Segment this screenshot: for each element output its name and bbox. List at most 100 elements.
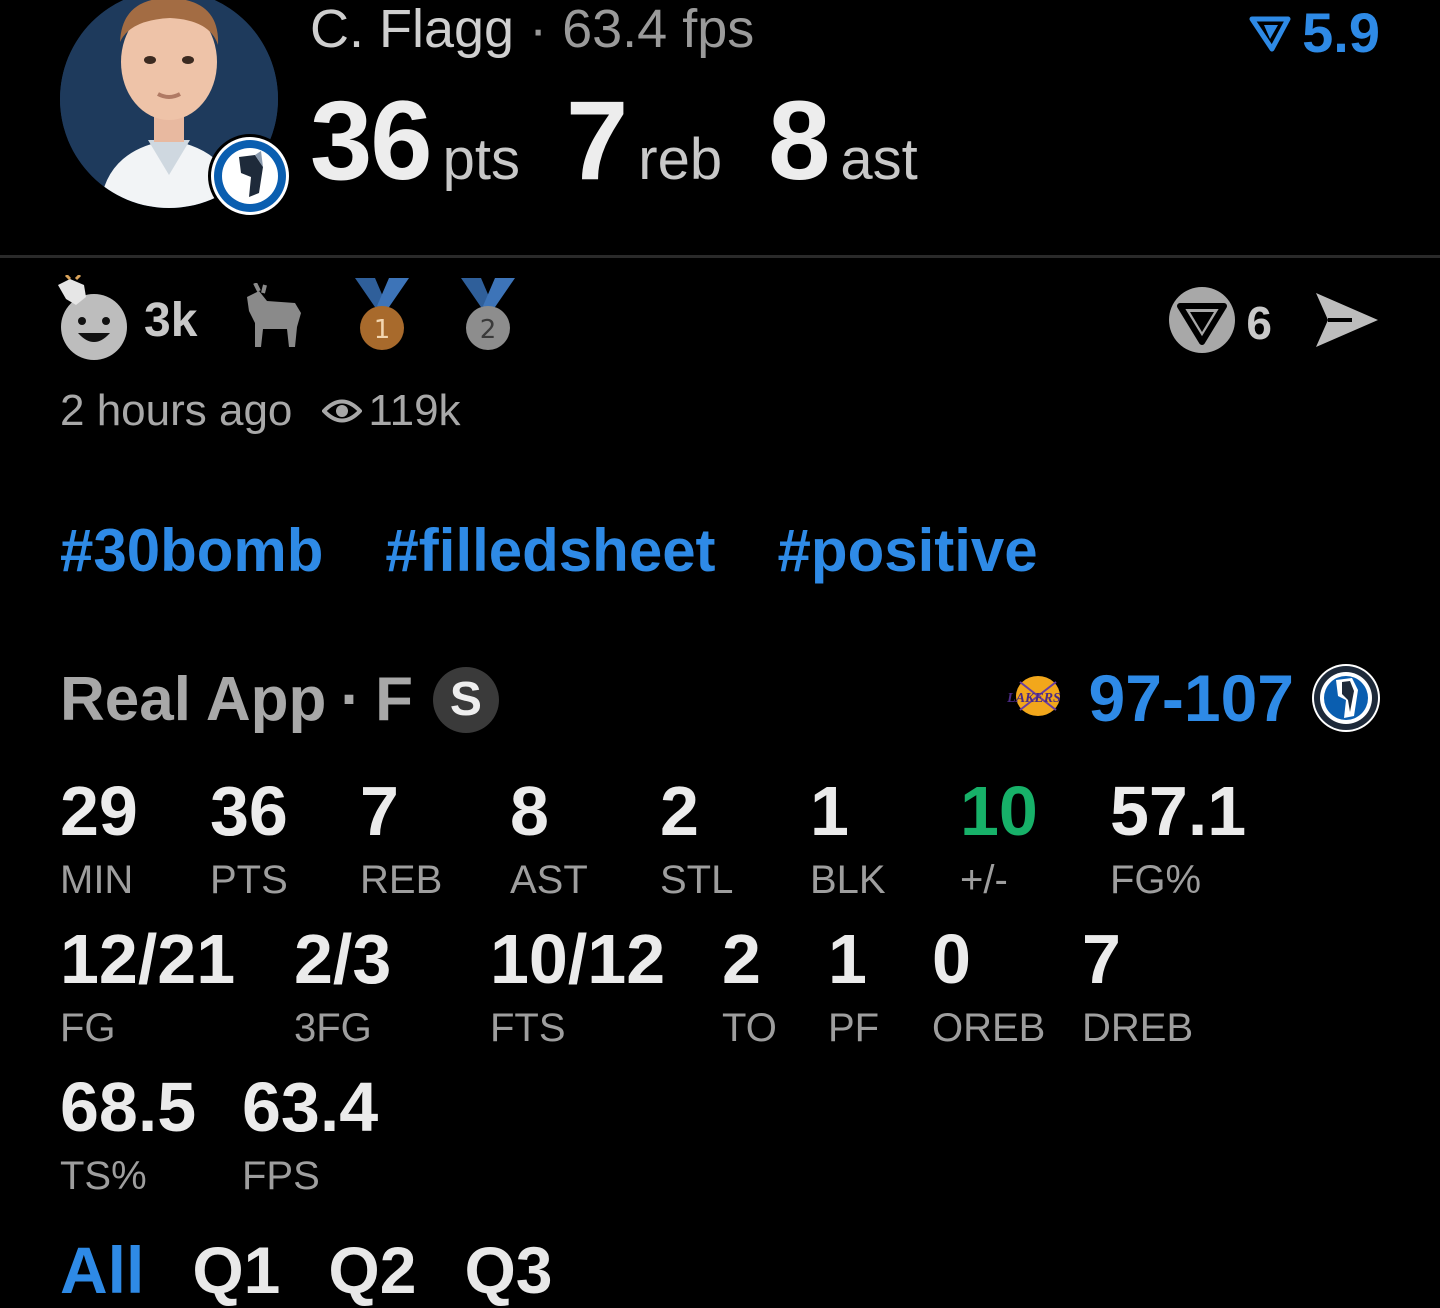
stat-to: 2 TO [722, 924, 777, 1048]
stat-label: AST [510, 858, 588, 902]
points-value: 36 [310, 78, 433, 203]
stat-plus-minus: 10 +/- [960, 776, 1038, 900]
stat-value: 10 [960, 772, 1038, 850]
vote-arrow-icon [1249, 16, 1291, 51]
stat-fts: 10/12 FTS [490, 924, 665, 1048]
stat-ts-pct: 68.5 TS% [60, 1072, 196, 1196]
stat-label: STL [660, 858, 734, 902]
stat-label: FTS [490, 1006, 566, 1050]
tab-q2[interactable]: Q2 [328, 1232, 416, 1308]
game-info: Real App · F S [60, 664, 499, 735]
hashtag[interactable]: #filledsheet [385, 516, 715, 585]
reaction-count: 3k [144, 293, 198, 347]
stat-label: MIN [60, 858, 134, 902]
stat-label: PF [828, 1006, 880, 1050]
game-score: 97-107 [1088, 661, 1294, 735]
stat-pf: 1 PF [828, 924, 879, 1048]
stat-label: BLK [810, 858, 886, 902]
silver-medal-number: 2 [480, 315, 497, 345]
fps-text: 63.4 fps [562, 0, 755, 59]
stat-value: 12/21 [60, 920, 236, 998]
post-title: C. Flagg · 63.4 fps [310, 0, 754, 60]
stat-value: 29 [60, 772, 138, 850]
stat-min: 29 MIN [60, 776, 138, 900]
stat-reb: 7 REB [360, 776, 442, 900]
stat-ast: 8 AST [510, 776, 588, 900]
stat-label: +/- [960, 858, 1008, 902]
stat-label: OREB [932, 1006, 1046, 1050]
lakers-logo-icon: LAKERS [998, 674, 1070, 723]
assists-value: 8 [768, 78, 830, 203]
view-count-value: 119k [368, 386, 461, 435]
comment-count[interactable]: 6 [1246, 296, 1272, 350]
title-separator: · [529, 0, 548, 59]
stat-stl: 2 STL [660, 776, 733, 900]
stat-oreb: 0 OREB [932, 924, 1045, 1048]
starter-badge: S [432, 666, 499, 733]
game-separator: · [340, 665, 362, 734]
stat-pts: 36 PTS [210, 776, 288, 900]
hashtag[interactable]: #positive [778, 516, 1038, 585]
vote-score-value: 5.9 [1302, 1, 1380, 64]
stat-value: 2 [660, 772, 699, 850]
reaction-row: 3k 1 2 [56, 272, 523, 368]
stat-value: 0 [932, 920, 971, 998]
stat-label: FPS [242, 1154, 320, 1198]
stat-value: 7 [1082, 920, 1121, 998]
tab-q1[interactable]: Q1 [192, 1232, 280, 1308]
silver-medal-icon[interactable]: 2 [453, 276, 523, 365]
stat-label: FG% [1110, 858, 1202, 902]
stat-fg-pct: 57.1 FG% [1110, 776, 1246, 900]
stat-line: 36 pts 7 reb 8 ast [310, 76, 918, 205]
points-unit: pts [442, 127, 520, 192]
vote-score[interactable]: 5.9 [1248, 0, 1380, 65]
rebounds-unit: reb [638, 127, 723, 192]
stat-fps: 63.4 FPS [242, 1072, 378, 1196]
stat-blk: 1 BLK [810, 776, 886, 900]
tab-q3[interactable]: Q3 [464, 1232, 552, 1308]
stat-value: 7 [360, 772, 399, 850]
mavericks-logo-icon [208, 134, 292, 218]
stat-3fg: 2/3 3FG [294, 924, 391, 1048]
bronze-medal-icon[interactable]: 1 [347, 276, 417, 365]
assists-unit: ast [840, 127, 918, 192]
player-name[interactable]: C. Flagg [310, 0, 514, 59]
stat-label: PTS [210, 858, 288, 902]
stat-value: 63.4 [242, 1068, 379, 1146]
smile-goat-icon[interactable] [56, 273, 132, 366]
post-actions: 6 [1166, 284, 1382, 361]
post-meta: 2 hours ago 119k [60, 386, 461, 436]
rebounds-value: 7 [565, 78, 628, 203]
stat-label: 3FG [294, 1006, 372, 1050]
stat-value: 1 [810, 772, 849, 850]
game-score-box[interactable]: LAKERS 97-107 [998, 660, 1380, 736]
goat-icon[interactable] [237, 281, 307, 358]
game-source[interactable]: Real App [60, 664, 326, 735]
stat-value: 36 [210, 772, 288, 850]
stat-fg: 12/21 FG [60, 924, 235, 1048]
stat-value: 2 [722, 920, 761, 998]
header-divider [0, 255, 1440, 258]
stat-label: DREB [1082, 1006, 1194, 1050]
share-icon[interactable] [1312, 289, 1382, 356]
tab-all[interactable]: All [60, 1232, 144, 1308]
mavericks-logo-icon [1312, 664, 1380, 732]
stat-label: TO [722, 1006, 777, 1050]
player-position: F [375, 665, 413, 734]
bronze-medal-number: 1 [374, 315, 391, 345]
view-count: 119k [322, 386, 461, 436]
period-tabs: All Q1 Q2 Q3 [60, 1232, 552, 1308]
stat-label: TS% [60, 1154, 147, 1198]
comment-icon[interactable] [1166, 284, 1238, 361]
stat-value: 1 [828, 920, 867, 998]
stat-label: FG [60, 1006, 116, 1050]
hashtag[interactable]: #30bomb [60, 516, 323, 585]
stat-value: 57.1 [1110, 772, 1247, 850]
hashtag-list: #30bomb #filledsheet #positive [60, 516, 1038, 585]
stat-value: 68.5 [60, 1068, 197, 1146]
stat-value: 2/3 [294, 920, 392, 998]
stat-value: 8 [510, 772, 549, 850]
lakers-logo-text: LAKERS [1007, 691, 1062, 706]
stat-label: REB [360, 858, 443, 902]
stat-dreb: 7 DREB [1082, 924, 1193, 1048]
